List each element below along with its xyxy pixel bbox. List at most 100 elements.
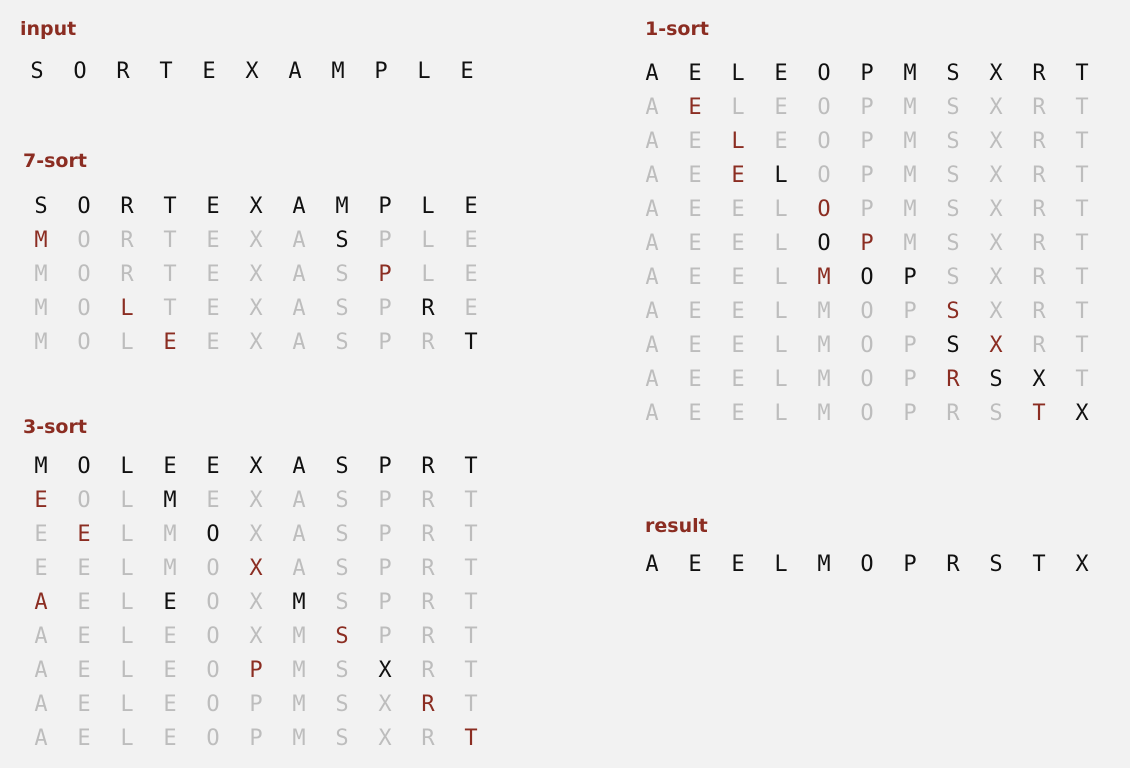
sort1-letter: R bbox=[1032, 163, 1046, 188]
sort7-letter: X bbox=[249, 262, 263, 287]
sort3-letter: A bbox=[292, 488, 306, 513]
sort3-letter: O bbox=[206, 726, 220, 751]
sort3-letter: P bbox=[378, 590, 392, 615]
sort7-letter: A bbox=[292, 228, 306, 253]
sort1-letter: T bbox=[1032, 401, 1046, 426]
sort1-letter: P bbox=[860, 197, 874, 222]
sort3-letter: E bbox=[77, 692, 91, 717]
sort1-letter: L bbox=[774, 197, 788, 222]
sort7-letter: P bbox=[378, 262, 392, 287]
sort1-letter: E bbox=[731, 401, 745, 426]
sort7-letter: E bbox=[206, 330, 220, 355]
sort3-letter: R bbox=[421, 590, 435, 615]
sort3-letter: R bbox=[421, 692, 435, 717]
sort7-letter: T bbox=[464, 330, 478, 355]
result-letter: E bbox=[688, 552, 702, 577]
sort3-letter: S bbox=[335, 624, 349, 649]
sort1-letter: E bbox=[688, 401, 702, 426]
sort1-letter: O bbox=[817, 231, 831, 256]
sort1-letter: P bbox=[903, 333, 917, 358]
sort7-letter: T bbox=[163, 296, 177, 321]
sort7-letter: M bbox=[34, 296, 48, 321]
sort3-letter: X bbox=[249, 522, 263, 547]
sort3-letter: L bbox=[120, 590, 134, 615]
sort1-letter: O bbox=[817, 163, 831, 188]
sort3-letter: L bbox=[120, 488, 134, 513]
sort1-letter: L bbox=[774, 333, 788, 358]
sort3-letter: M bbox=[163, 522, 177, 547]
sort1-letter: P bbox=[860, 129, 874, 154]
sort1-letter: L bbox=[774, 401, 788, 426]
sort1-letter: R bbox=[946, 367, 960, 392]
sort7-letter: E bbox=[206, 262, 220, 287]
result-letter: L bbox=[774, 552, 788, 577]
sort7-letter: O bbox=[77, 262, 91, 287]
sort1-letter: A bbox=[645, 231, 659, 256]
sort1-letter: P bbox=[903, 265, 917, 290]
sort3-letter: A bbox=[34, 624, 48, 649]
sort3-letter: O bbox=[206, 556, 220, 581]
sort1-letter: T bbox=[1075, 299, 1089, 324]
sort1-letter: A bbox=[645, 265, 659, 290]
sort1-letter: E bbox=[688, 231, 702, 256]
sort1-letter: R bbox=[1032, 231, 1046, 256]
sort3-letter: R bbox=[421, 624, 435, 649]
sort1-letter: P bbox=[903, 401, 917, 426]
sort3-letter: E bbox=[163, 624, 177, 649]
sort3-letter: R bbox=[421, 556, 435, 581]
sort7-letter: O bbox=[77, 228, 91, 253]
sort3-letter: L bbox=[120, 658, 134, 683]
sort3-letter: O bbox=[77, 454, 91, 479]
sort7-letter: M bbox=[34, 262, 48, 287]
sort1-letter: M bbox=[903, 197, 917, 222]
sort3-letter: A bbox=[34, 658, 48, 683]
sort1-letter: X bbox=[989, 61, 1003, 86]
sort7-letter: T bbox=[163, 194, 177, 219]
sort3-letter: A bbox=[292, 522, 306, 547]
sort1-letter: A bbox=[645, 401, 659, 426]
sort1-letter: X bbox=[989, 129, 1003, 154]
sort3-letter: S bbox=[335, 454, 349, 479]
sort3-letter: E bbox=[163, 590, 177, 615]
sort3-heading: 3-sort bbox=[23, 416, 87, 438]
sort3-letter: M bbox=[292, 658, 306, 683]
sort3-letter: M bbox=[163, 556, 177, 581]
sort3-letter: M bbox=[292, 590, 306, 615]
sort7-letter: X bbox=[249, 296, 263, 321]
input-letter: A bbox=[288, 59, 302, 84]
sort1-letter: R bbox=[1032, 197, 1046, 222]
sort7-letter: X bbox=[249, 194, 263, 219]
sort1-letter: M bbox=[817, 401, 831, 426]
sort7-letter: L bbox=[421, 262, 435, 287]
sort3-letter: S bbox=[335, 692, 349, 717]
sort1-letter: T bbox=[1075, 265, 1089, 290]
sort1-letter: E bbox=[688, 265, 702, 290]
sort3-letter: T bbox=[464, 624, 478, 649]
sort3-letter: P bbox=[249, 692, 263, 717]
sort7-letter: X bbox=[249, 228, 263, 253]
input-letter: S bbox=[30, 59, 44, 84]
sort1-letter: M bbox=[903, 129, 917, 154]
sort3-letter: A bbox=[34, 590, 48, 615]
sort7-letter: L bbox=[421, 228, 435, 253]
sort1-letter: L bbox=[774, 367, 788, 392]
sort1-letter: S bbox=[946, 163, 960, 188]
sort1-letter: M bbox=[903, 95, 917, 120]
input-letter: O bbox=[73, 59, 87, 84]
sort3-letter: T bbox=[464, 658, 478, 683]
sort3-letter: E bbox=[163, 658, 177, 683]
sort3-letter: E bbox=[77, 556, 91, 581]
sort7-letter: S bbox=[335, 228, 349, 253]
sort1-letter: X bbox=[989, 265, 1003, 290]
sort1-letter: R bbox=[1032, 95, 1046, 120]
sort1-letter: T bbox=[1075, 333, 1089, 358]
sort7-heading: 7-sort bbox=[23, 150, 87, 172]
sort3-letter: T bbox=[464, 692, 478, 717]
sort1-letter: O bbox=[817, 129, 831, 154]
sort1-letter: X bbox=[989, 333, 1003, 358]
sort3-letter: A bbox=[34, 692, 48, 717]
sort1-letter: E bbox=[774, 95, 788, 120]
sort7-letter: E bbox=[464, 194, 478, 219]
result-letter: X bbox=[1075, 552, 1089, 577]
sort1-letter: T bbox=[1075, 129, 1089, 154]
